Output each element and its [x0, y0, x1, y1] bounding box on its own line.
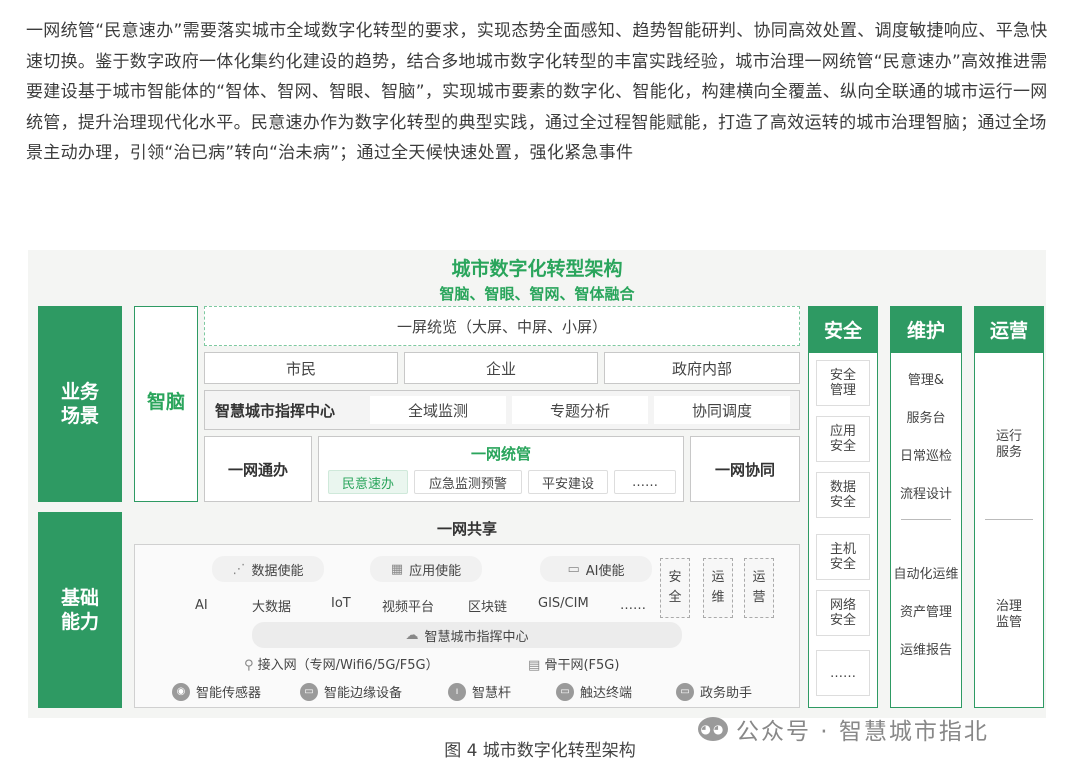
tech-gis: GIS/CIM: [538, 596, 589, 611]
tech-bigdata: 大数据: [252, 600, 292, 615]
device-pole: ı 智慧杆: [448, 682, 511, 701]
security-item-network: 网络 安全: [816, 590, 870, 636]
security-header: 安全: [808, 306, 878, 352]
one-handle-box: 一网通办: [204, 436, 312, 502]
security-item-app: 应用 安全: [816, 416, 870, 462]
device-edge: ▭ 智能边缘设备: [300, 682, 402, 701]
cloud-icon: ☁: [405, 627, 419, 643]
command-center-label: 智慧城市指挥中心: [215, 401, 336, 420]
command-item-analysis: 专题分析: [512, 396, 648, 424]
one-collab-box: 一网协同: [690, 436, 800, 502]
diagram-subtitle: 智脑、智眼、智网、智体融合: [439, 285, 635, 303]
security-item-manage: 安全 管理: [816, 360, 870, 406]
architecture-diagram: 城市数字化转型架构 智脑、智眼、智网、智体融合 业务 场景 基础 能力 智脑 一…: [28, 250, 1046, 718]
enabler-ai-label: AI使能: [585, 563, 625, 579]
smart-pole-icon: ı: [448, 682, 466, 701]
device-sensor-label: 智能传感器: [196, 686, 262, 701]
terminal-icon: ▭: [556, 682, 574, 701]
device-assistant: ▭ 政务助手: [676, 682, 752, 701]
smart-brain-box: 智脑: [134, 306, 198, 502]
operation-divider: [985, 519, 1033, 520]
enabler-ai: ▭ AI使能: [540, 556, 652, 582]
tech-ai: AI: [195, 598, 208, 613]
operation-item-service: 运行 服务: [995, 429, 1022, 460]
maintenance-item-manage: 管理&: [907, 373, 945, 388]
maintenance-item-process: 流程设计: [899, 487, 952, 502]
ai-chip-icon: ▭: [567, 561, 580, 577]
backbone-network: ▤ 骨干网(F5G): [528, 654, 619, 673]
maintenance-column: 管理& 服务台 日常巡检 流程设计 自动化运维 资产管理 运维报告: [890, 352, 962, 708]
device-pole-label: 智慧杆: [472, 686, 512, 701]
business-scenario-label: 业务 场景: [38, 306, 122, 502]
sensor-icon: ◉: [172, 682, 190, 701]
figure-caption: 图 4 城市数字化转型架构: [444, 741, 636, 761]
enabler-data: ⋰ 数据使能: [212, 556, 324, 582]
access-network-label: 接入网（专网/Wifi6/5G/F5G）: [257, 658, 439, 673]
tech-video: 视频平台: [382, 600, 435, 615]
server-rack-icon: ▤: [528, 658, 541, 673]
device-sensor: ◉ 智能传感器: [172, 682, 261, 701]
diagram-title: 城市数字化转型架构: [451, 258, 623, 280]
cloud-label: 智慧城市指挥中心: [424, 629, 529, 645]
foundation-capability-label: 基础 能力: [38, 512, 122, 708]
user-citizen: 市民: [204, 352, 398, 384]
manage-item-more: ……: [614, 470, 676, 494]
one-share-title: 一网共享: [436, 520, 497, 538]
network-icon: ⋰: [232, 561, 246, 577]
command-item-monitor: 全域监测: [370, 396, 506, 424]
maintenance-item-inspect: 日常巡检: [899, 449, 952, 464]
assistant-icon: ▭: [676, 682, 694, 701]
device-terminal: ▭ 触达终端: [556, 682, 632, 701]
security-item-host: 主机 安全: [816, 534, 870, 580]
smart-brain-label: 智脑: [146, 391, 185, 413]
security-item-more: ……: [816, 650, 870, 696]
cloud-command-center: ☁ 智慧城市指挥中心: [252, 622, 682, 648]
device-edge-label: 智能边缘设备: [324, 686, 403, 701]
tag-operation: 运 营: [744, 558, 774, 618]
maintenance-item-asset: 资产管理: [899, 605, 952, 620]
manage-item-minyi: 民意速办: [328, 470, 408, 494]
tag-ops: 运 维: [703, 558, 733, 618]
backbone-label: 骨干网(F5G): [544, 658, 620, 673]
one-manage-title: 一网统管: [470, 445, 531, 463]
operation-item-governance: 治理 监管: [995, 599, 1022, 630]
apps-grid-icon: ▦: [390, 561, 404, 577]
user-enterprise: 企业: [404, 352, 598, 384]
enabler-app: ▦ 应用使能: [370, 556, 482, 582]
enabler-app-label: 应用使能: [409, 563, 462, 579]
command-item-dispatch: 协同调度: [654, 396, 790, 424]
tag-security: 安 全: [660, 558, 690, 618]
user-government: 政府内部: [604, 352, 800, 384]
enabler-data-label: 数据使能: [251, 563, 304, 579]
maintenance-item-auto: 自动化运维: [893, 567, 959, 582]
maintenance-item-report: 运维报告: [899, 643, 952, 658]
manage-item-emergency: 应急监测预警: [414, 470, 522, 494]
wifi-tower-icon: ⚲: [244, 658, 254, 673]
security-item-data: 数据 安全: [816, 472, 870, 518]
maintenance-divider: [901, 519, 951, 520]
operation-header: 运营: [974, 306, 1044, 352]
edge-device-icon: ▭: [300, 682, 318, 701]
tech-blockchain: 区块链: [468, 600, 508, 615]
intro-paragraph: 一网统管“民意速办”需要落实城市全域数字化转型的要求，实现态势全面感知、趋势智能…: [26, 21, 1048, 163]
screen-overview: 一屏统览（大屏、中屏、小屏）: [204, 306, 800, 346]
tech-iot: IoT: [331, 596, 351, 611]
device-terminal-label: 触达终端: [580, 686, 633, 701]
manage-item-safety: 平安建设: [528, 470, 608, 494]
maintenance-item-desk: 服务台: [906, 411, 946, 426]
access-network: ⚲ 接入网（专网/Wifi6/5G/F5G）: [244, 654, 439, 673]
tech-more: ……: [620, 598, 646, 613]
device-assistant-label: 政务助手: [700, 686, 753, 701]
maintenance-header: 维护: [890, 306, 962, 352]
operation-column: 运行 服务 治理 监管: [974, 352, 1044, 708]
